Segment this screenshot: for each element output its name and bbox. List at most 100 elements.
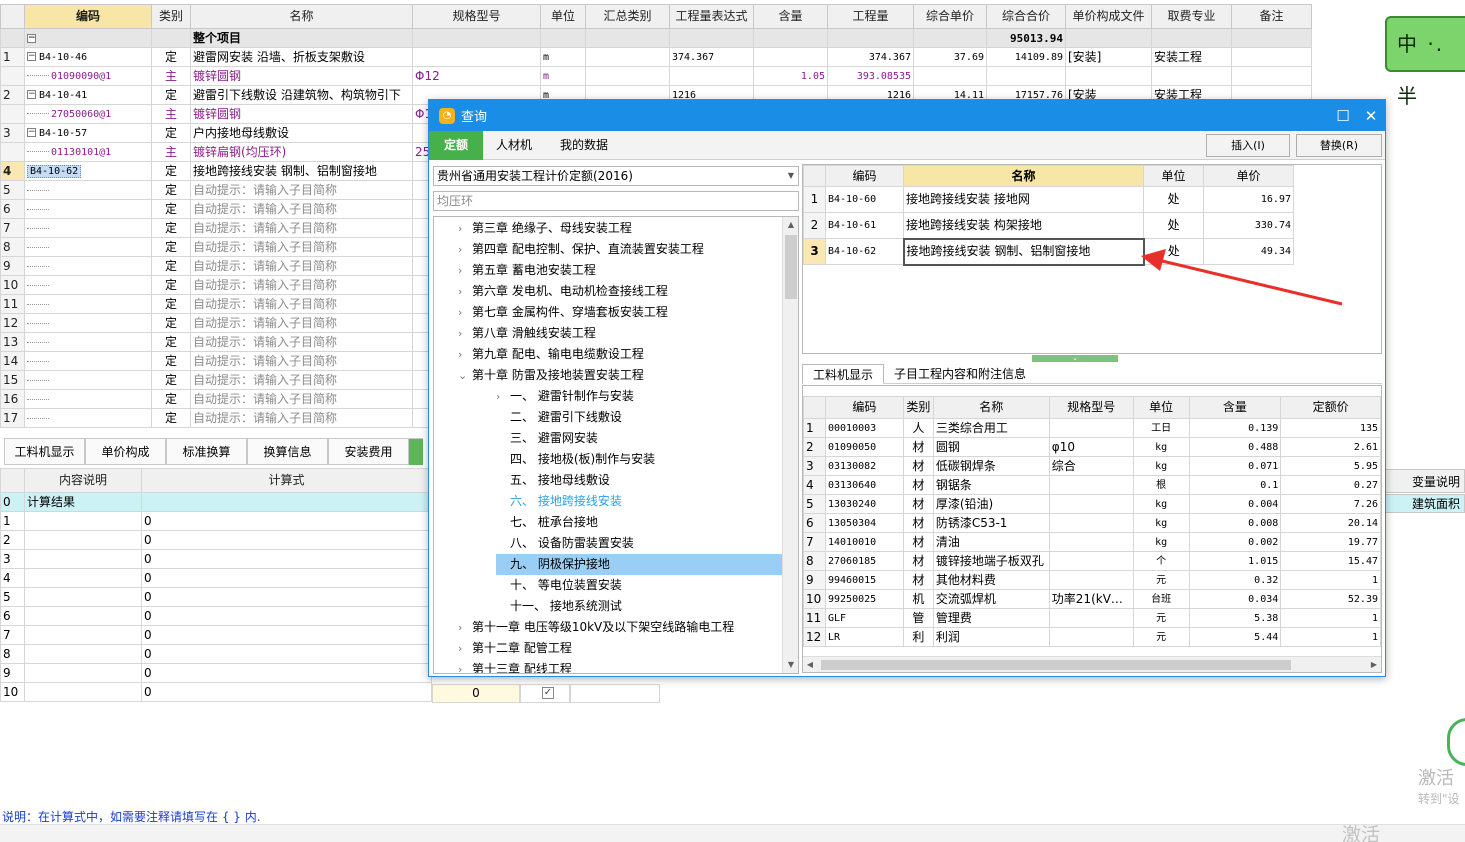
resource-spec[interactable] (1048, 475, 1134, 495)
row-number[interactable]: 15 (0, 370, 25, 390)
item-name-hint[interactable]: 自动提示：请输入子目简称 (190, 237, 413, 257)
row-number[interactable]: 1 (803, 418, 826, 438)
resource-unit[interactable]: kg (1132, 437, 1190, 457)
resource-spec[interactable] (1048, 418, 1134, 438)
item-type[interactable]: 定 (151, 199, 191, 219)
item-summary[interactable] (585, 66, 670, 86)
col-header[interactable]: 工程量 (827, 4, 914, 29)
col-header[interactable]: 类别 (151, 4, 191, 29)
resource-content[interactable]: 0.008 (1188, 513, 1282, 533)
row-number[interactable]: 16 (0, 389, 25, 409)
resource-price[interactable]: 1 (1280, 627, 1381, 647)
table-row[interactable]: 40 (0, 568, 432, 588)
scroll-down-icon[interactable]: ▼ (783, 657, 798, 673)
resource-content[interactable]: 0.32 (1188, 570, 1282, 590)
col-header[interactable]: 单价 (1203, 165, 1294, 187)
row-number[interactable]: 13 (0, 332, 25, 352)
col-header[interactable]: 综合单价 (913, 4, 987, 29)
minus-icon[interactable]: − (27, 52, 36, 61)
resource-code[interactable]: 99460015 (824, 570, 904, 590)
quota-row[interactable]: 2 B4-10-61 接地跨接线安装 构架接地处 330.74 (803, 212, 1294, 239)
tab-labor-material-machine[interactable]: 人材机 (483, 131, 545, 160)
item-name-hint[interactable]: 自动提示：请输入子目简称 (190, 389, 413, 409)
var-description-value[interactable]: 建筑面积 (1380, 494, 1465, 513)
item-code[interactable]: − B4-10-57 (24, 123, 152, 143)
calc-formula[interactable]: 0 (141, 568, 432, 588)
resource-unit[interactable]: 个 (1132, 551, 1190, 571)
quota-unit[interactable]: 处 (1143, 186, 1204, 213)
resource-price[interactable]: 0.27 (1280, 475, 1381, 495)
row-number[interactable]: 2 (0, 85, 25, 105)
col-header[interactable]: 规格型号 (1048, 396, 1134, 419)
resource-content[interactable]: 0.002 (1188, 532, 1282, 552)
table-row[interactable]: 60 (0, 606, 432, 626)
calc-description[interactable] (24, 644, 142, 664)
resource-content[interactable]: 0.1 (1188, 475, 1282, 495)
resource-name[interactable]: 其他材料费 (932, 570, 1050, 590)
row-number[interactable]: 4 (803, 475, 826, 495)
item-name[interactable]: 户内接地母线敷设 (190, 123, 413, 143)
resource-name[interactable]: 管理费 (932, 608, 1050, 628)
resource-content[interactable]: 5.38 (1188, 608, 1282, 628)
resource-name[interactable]: 钢锯条 (932, 475, 1050, 495)
resource-unit[interactable]: 根 (1132, 475, 1190, 495)
row-number[interactable]: 8 (803, 551, 826, 571)
item-content[interactable] (753, 47, 828, 67)
calc-formula[interactable]: 0 (141, 663, 432, 683)
item-code[interactable] (24, 218, 152, 238)
row-number[interactable]: 2 (803, 437, 826, 457)
item-name-hint[interactable]: 自动提示：请输入子目简称 (190, 275, 413, 295)
calc-formula[interactable]: 0 (141, 625, 432, 645)
resource-row[interactable]: 3 03130082 材低碳钢焊条 综合 kg 0.071 5.95 (803, 456, 1381, 476)
row-number[interactable]: 5 (0, 180, 25, 200)
item-name-hint[interactable]: 自动提示：请输入子目简称 (190, 370, 413, 390)
item-type[interactable]: 主 (151, 104, 191, 124)
resource-name[interactable]: 低碳钢焊条 (932, 456, 1050, 476)
item-name[interactable]: 镀锌圆钢 (190, 66, 413, 86)
col-header[interactable]: 汇总类别 (585, 4, 670, 29)
tab-my-data[interactable]: 我的数据 (545, 131, 623, 160)
calc-description[interactable] (24, 587, 142, 607)
item-type[interactable]: 定 (151, 389, 191, 409)
item-spec[interactable]: Φ12 (412, 66, 541, 86)
dropdown-arrow-icon[interactable]: ▼ (788, 167, 794, 185)
scroll-right-icon[interactable]: ▶ (1367, 657, 1381, 672)
col-header[interactable]: 规格型号 (412, 4, 541, 29)
item-type[interactable]: 定 (151, 275, 191, 295)
item-fee-type[interactable]: 安装工程 (1151, 47, 1232, 67)
resource-type[interactable]: 材 (902, 532, 934, 552)
quota-price[interactable]: 16.97 (1203, 186, 1294, 213)
calc-formula[interactable]: 0 (141, 549, 432, 569)
resource-spec[interactable] (1048, 494, 1134, 514)
resource-content[interactable]: 0.004 (1188, 494, 1282, 514)
table-row[interactable]: 50 (0, 587, 432, 607)
resource-content[interactable]: 1.015 (1188, 551, 1282, 571)
resource-price[interactable]: 15.47 (1280, 551, 1381, 571)
tree-node[interactable]: › 第十二章 配管工程 (458, 638, 572, 659)
col-header[interactable]: 编码 (24, 4, 152, 29)
quota-price[interactable]: 330.74 (1203, 212, 1294, 239)
row-number[interactable]: 3 (0, 123, 25, 143)
scroll-up-icon[interactable]: ▲ (783, 217, 798, 233)
resource-spec[interactable] (1048, 570, 1134, 590)
resource-spec[interactable] (1048, 513, 1134, 533)
resource-price[interactable]: 20.14 (1280, 513, 1381, 533)
row-number[interactable]: 3 (803, 238, 826, 265)
item-name[interactable]: 镀锌扁钢(均压环) (190, 142, 413, 162)
item-name-hint[interactable]: 自动提示：请输入子目简称 (190, 351, 413, 371)
tree-node[interactable]: 四、 接地极(板)制作与安装 (496, 449, 655, 470)
item-name-hint[interactable]: 自动提示：请输入子目简称 (190, 218, 413, 238)
resource-code[interactable]: 01090050 (824, 437, 904, 457)
item-name-hint[interactable]: 自动提示：请输入子目简称 (190, 313, 413, 333)
tree-node[interactable]: 三、 避雷网安装 (496, 428, 598, 449)
tree-node[interactable]: › 一、 避雷针制作与安装 (496, 386, 634, 407)
tree-node[interactable]: 十一、 接地系统测试 (496, 596, 622, 617)
tree-node[interactable]: ⌄ 第十章 防雷及接地装置安装工程 (458, 365, 644, 386)
item-spec[interactable] (412, 47, 541, 67)
item-code[interactable]: − B4-10-46 (24, 47, 152, 67)
resource-unit[interactable]: kg (1132, 513, 1190, 533)
calc-description[interactable] (24, 568, 142, 588)
resource-spec[interactable]: 功率21(kV… (1048, 589, 1134, 609)
replace-button[interactable]: 替换(R) (1296, 134, 1382, 157)
resource-type[interactable]: 材 (902, 494, 934, 514)
